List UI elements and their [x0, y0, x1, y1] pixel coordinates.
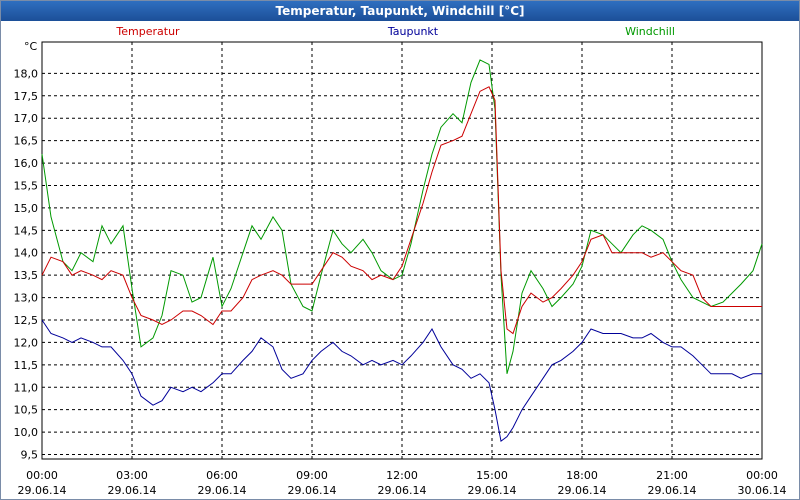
- x-tick-time: 03:00: [116, 469, 148, 482]
- y-tick-label: 10,5: [14, 404, 39, 417]
- y-axis-ticks: 9,5 10,0 10,5 11,0 11,5 12,0 12,5 13,0 13,5 14,0 1…: [14, 67, 39, 461]
- legend-item-temperatur: Temperatur: [115, 25, 180, 38]
- x-tick-date: 29.06.14: [648, 484, 697, 497]
- x-tick-time: 09:00: [296, 469, 328, 482]
- y-tick-label: 11,0: [14, 381, 39, 394]
- y-axis-unit-label: °C: [24, 40, 38, 53]
- x-tick-time: 00:00: [26, 469, 58, 482]
- x-tick-time: 18:00: [566, 469, 598, 482]
- x-tick-date: 29.06.14: [108, 484, 157, 497]
- x-tick-time: 06:00: [206, 469, 238, 482]
- x-tick-date: 30.06.14: [738, 484, 787, 497]
- x-axis-ticks: 00:00 29.06.14 03:00 29.06.14 06:00 29.06.14 0…: [18, 469, 787, 497]
- y-tick-label: 16,5: [14, 135, 39, 148]
- data-lines: [41, 59, 763, 442]
- x-tick-date: 29.06.14: [558, 484, 607, 497]
- legend-item-windchill: Windchill: [625, 25, 675, 38]
- y-tick-label: 15,5: [14, 179, 39, 192]
- y-tick-label: 17,5: [14, 90, 39, 103]
- y-tick-label: 10,0: [14, 426, 39, 439]
- y-tick-label: 12,5: [14, 314, 39, 327]
- x-tick-date: 29.06.14: [18, 484, 67, 497]
- y-tick-label: 18,0: [14, 67, 39, 80]
- x-tick-date: 29.06.14: [468, 484, 517, 497]
- x-tick-date: 29.06.14: [378, 484, 427, 497]
- legend-item-taupunkt: Taupunkt: [387, 25, 439, 38]
- y-tick-label: 13,5: [14, 269, 39, 282]
- y-tick-label: 11,5: [14, 359, 39, 372]
- x-tick-time: 15:00: [476, 469, 508, 482]
- x-tick-date: 29.06.14: [288, 484, 337, 497]
- y-tick-label: 13,0: [14, 292, 39, 305]
- y-tick-label: 14,5: [14, 224, 39, 237]
- x-tick-date: 29.06.14: [198, 484, 247, 497]
- y-tick-label: 14,0: [14, 247, 39, 260]
- y-tick-label: 16,0: [14, 157, 39, 170]
- y-tick-label: 15,0: [14, 202, 39, 215]
- y-tick-label: 12,0: [14, 336, 39, 349]
- chart-plot: °C 9,5 10,0 10,5 11,0 11,5 12,0 12,5 13,0 13,5 14…: [14, 25, 787, 497]
- y-tick-label: 9,5: [21, 449, 39, 462]
- x-tick-time: 12:00: [386, 469, 418, 482]
- grid-lines: [42, 42, 762, 459]
- x-tick-time: 00:00: [746, 469, 778, 482]
- x-tick-time: 21:00: [656, 469, 688, 482]
- y-tick-label: 17,0: [14, 112, 39, 125]
- legend: Temperatur Taupunkt Windchill: [115, 25, 675, 38]
